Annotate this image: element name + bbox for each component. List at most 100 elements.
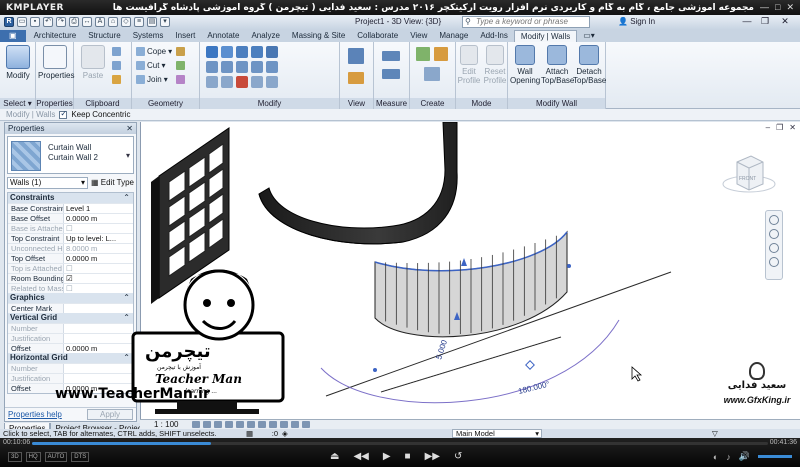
properties-help-link[interactable]: Properties help	[8, 410, 62, 419]
end-grip-icon[interactable]	[567, 264, 571, 268]
badge-3d[interactable]: 3D	[8, 452, 22, 462]
lock-view-icon[interactable]	[269, 421, 277, 428]
badge-dts[interactable]: DTS	[71, 452, 90, 462]
tab-structure[interactable]: Structure	[82, 30, 126, 42]
3d-viewport[interactable]: 5.000 180.000° FRONT – ❐ ✕ تیچرمن آموزش …	[55, 122, 800, 419]
crop-view-icon[interactable]	[247, 421, 255, 428]
wall-opening-button[interactable]: Wall Opening	[510, 45, 540, 85]
delete-icon[interactable]	[236, 76, 248, 88]
revit-restore-button[interactable]: ❐	[758, 16, 772, 27]
radius-dimension[interactable]: 5.000	[434, 338, 449, 360]
tab-file[interactable]: ▣	[0, 30, 26, 42]
repeat-icon[interactable]: ↺	[454, 451, 462, 462]
print-icon[interactable]: ⎙	[69, 17, 79, 27]
create-group-icon[interactable]	[434, 46, 448, 61]
collapse-icon[interactable]: ⌃	[123, 193, 130, 203]
render-icon[interactable]	[236, 421, 244, 428]
tab-modify-walls[interactable]: Modify | Walls	[513, 30, 578, 42]
save-icon[interactable]: ▪	[30, 17, 40, 27]
tab-view[interactable]: View	[404, 30, 433, 42]
array-icon[interactable]	[266, 61, 278, 73]
thin-lines-icon[interactable]: ≡	[134, 17, 144, 27]
show-crop-icon[interactable]	[258, 421, 266, 428]
create-parts-icon[interactable]	[424, 66, 440, 81]
design-options-icon[interactable]: ◈	[282, 429, 292, 438]
sign-in-button[interactable]: 👤 Sign In	[618, 17, 655, 26]
align-icon[interactable]	[206, 46, 218, 58]
player-maximize-button[interactable]: □	[775, 2, 780, 13]
worksets-icon[interactable]: ▦	[246, 429, 256, 438]
revit-minimize-button[interactable]: —	[740, 16, 754, 27]
cut-button[interactable]: Cut ▾	[136, 60, 165, 71]
volume-slider[interactable]	[758, 455, 792, 458]
move-icon[interactable]	[206, 61, 218, 73]
volume-icon[interactable]: 🔊	[739, 451, 750, 462]
tab-analyze[interactable]: Analyze	[245, 30, 285, 42]
attach-top-base-button[interactable]: Attach Top/Base	[541, 45, 574, 85]
eject-icon[interactable]: ⏏	[330, 451, 339, 462]
temp-hide-icon[interactable]	[280, 421, 288, 428]
steering-wheel-icon[interactable]	[769, 215, 779, 225]
view-close-icon[interactable]: ✕	[789, 123, 796, 132]
trim-extend-icon[interactable]	[266, 76, 278, 88]
badge-hq[interactable]: HQ	[25, 452, 41, 462]
property-group[interactable]: Constraints ⌃	[8, 193, 133, 203]
hide-view-icon[interactable]	[348, 47, 364, 64]
split-icon[interactable]	[266, 46, 278, 58]
edit-profile-button[interactable]: Edit Profile	[456, 45, 482, 85]
offset-icon[interactable]	[221, 46, 233, 58]
filter-icon[interactable]: ▽	[712, 429, 718, 438]
view-minimize-icon[interactable]: –	[766, 123, 770, 132]
scale-icon[interactable]	[206, 76, 218, 88]
tab-annotate[interactable]: Annotate	[201, 30, 245, 42]
forward-icon[interactable]: ▶▶	[425, 451, 440, 462]
revit-close-button[interactable]: ✕	[778, 16, 792, 27]
tab-collaborate[interactable]: Collaborate	[351, 30, 404, 42]
properties-button[interactable]: Properties	[38, 45, 74, 80]
section-icon[interactable]: ◇	[121, 17, 131, 27]
instance-filter-select[interactable]: Walls (1) ▾	[7, 176, 88, 189]
cope-button[interactable]: Cope ▾	[136, 46, 172, 57]
pin-icon[interactable]	[221, 76, 233, 88]
pan-icon[interactable]	[769, 243, 779, 253]
zoom-icon[interactable]	[769, 229, 779, 239]
flip-grip-icon[interactable]	[461, 258, 467, 266]
mirror-axis-icon[interactable]	[236, 46, 248, 58]
visual-style-icon[interactable]	[203, 421, 211, 428]
close-icon[interactable]: ✕	[126, 123, 133, 134]
curtain-wall-selected[interactable]	[374, 230, 568, 338]
property-value[interactable]: 0.0000 m	[64, 214, 133, 223]
3d-view-icon[interactable]: ⌂	[108, 17, 118, 27]
view-restore-icon[interactable]: ❐	[776, 123, 783, 132]
rotate-icon[interactable]	[236, 61, 248, 73]
orbit-icon[interactable]	[769, 257, 779, 267]
close-hidden-icon[interactable]: ▤	[147, 17, 157, 27]
seek-bar[interactable]	[32, 442, 768, 445]
create-similar-icon[interactable]	[416, 46, 430, 61]
main-model-select[interactable]: Main Model ▾	[452, 429, 542, 438]
property-value[interactable]: Up to level: L...	[64, 234, 133, 243]
undo-icon[interactable]: ↶	[43, 17, 53, 27]
application-menu-icon[interactable]: R	[4, 17, 14, 27]
modify-button[interactable]: Modify	[1, 45, 35, 80]
player-minimize-button[interactable]: —	[760, 2, 769, 13]
shadows-icon[interactable]	[225, 421, 233, 428]
stop-icon[interactable]: ■	[405, 451, 411, 462]
player-close-button[interactable]: ✕	[786, 2, 794, 13]
dimension-icon[interactable]	[382, 68, 400, 79]
tab-insert[interactable]: Insert	[169, 30, 201, 42]
copy-icon[interactable]	[221, 61, 233, 73]
tab-manage[interactable]: Manage	[433, 30, 474, 42]
tab-add-ins[interactable]: Add-Ins	[474, 30, 514, 42]
copy-clip-icon[interactable]	[112, 60, 121, 71]
edit-type-button[interactable]: ▦ Edit Type	[91, 178, 134, 187]
panel-select-label[interactable]: Select ▾	[0, 98, 35, 109]
tab-architecture[interactable]: Architecture	[28, 30, 83, 42]
analytical-model-icon[interactable]	[302, 421, 310, 428]
unpin-icon[interactable]	[251, 76, 263, 88]
curved-wall-dark[interactable]	[258, 122, 458, 245]
keep-concentric-checkbox[interactable]	[59, 109, 68, 119]
reveal-hidden-icon[interactable]	[291, 421, 299, 428]
end-grip-icon[interactable]	[373, 368, 377, 372]
measure-tool-icon[interactable]	[382, 50, 400, 61]
